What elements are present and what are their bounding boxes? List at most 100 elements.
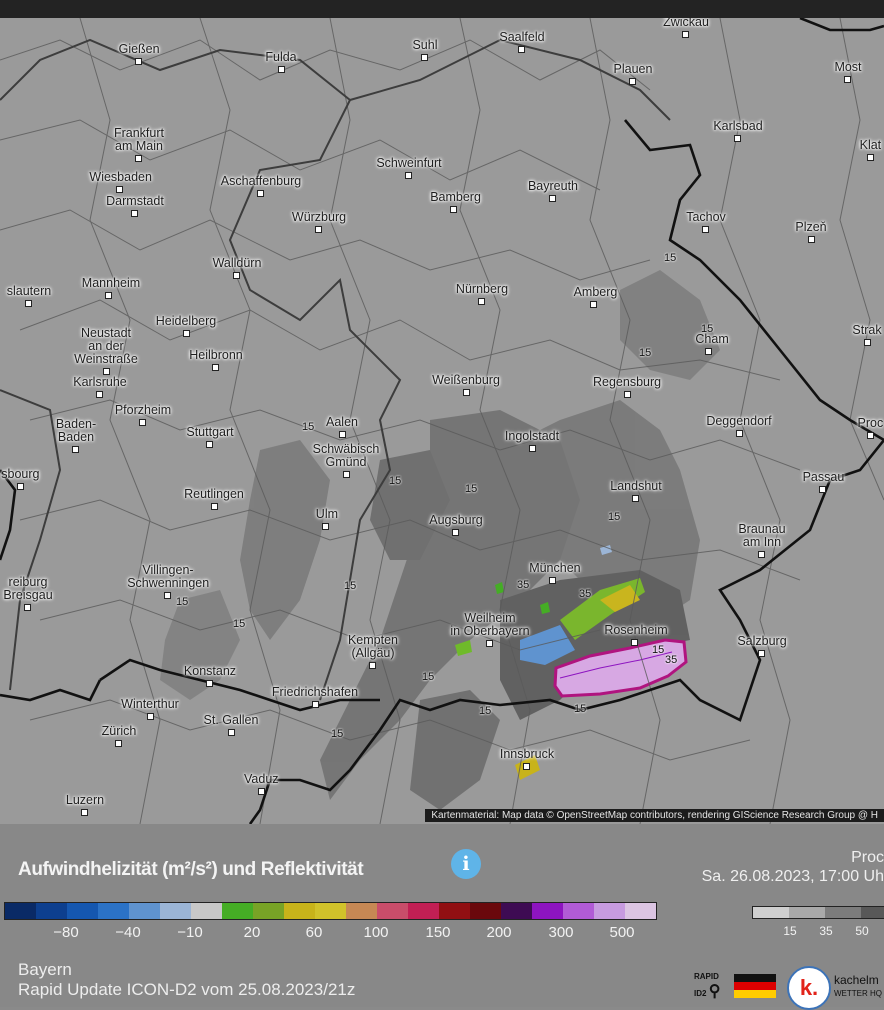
city-name: Frankfurt am Main xyxy=(113,126,164,153)
city-marker xyxy=(629,77,637,85)
city-marker xyxy=(116,185,124,193)
scale-swatch xyxy=(191,903,222,919)
city-marker xyxy=(315,225,323,233)
city-label: Walldürn xyxy=(210,255,264,279)
scale-swatch xyxy=(36,903,67,919)
city-name: Villingen- Schwenningen xyxy=(127,563,210,590)
city-label: Bayreuth xyxy=(526,179,580,202)
city-name: Pforzheim xyxy=(114,402,172,417)
scale-tick-label: 200 xyxy=(486,924,512,941)
valid-time: Sa. 26.08.2023, 17:00 Uh xyxy=(701,868,884,885)
brand-sub: WETTER HQ xyxy=(834,989,882,998)
refl-tick-label: 15 xyxy=(783,924,797,938)
city-marker xyxy=(81,808,89,816)
city-label: Wiesbaden xyxy=(89,169,152,193)
city-name: Rosenheim xyxy=(604,622,668,637)
city-name: Weißenburg xyxy=(432,372,500,387)
legend-panel: Aufwindhelizität (m²/s²) und Reflektivit… xyxy=(0,824,884,1010)
city-marker xyxy=(486,640,494,647)
contour-value: 15 xyxy=(176,596,189,608)
city-marker xyxy=(705,347,713,355)
kachelmann-brand: kachelm WETTER HQ xyxy=(834,974,882,1000)
city-label: Plzeň xyxy=(794,219,828,243)
product-timestamp: Proc Sa. 26.08.2023, 17:00 Uh xyxy=(702,848,884,886)
city-name: Wiesbaden xyxy=(89,169,152,184)
city-name: Plauen xyxy=(613,61,653,76)
city-marker xyxy=(24,604,32,611)
city-marker xyxy=(405,171,413,179)
contour-value: 15 xyxy=(389,475,402,487)
city-name: Neustadt an der Weinstraße xyxy=(74,325,138,366)
scale-swatch xyxy=(625,903,656,919)
city-marker xyxy=(623,390,631,398)
city-label: Ingolstadt xyxy=(498,429,566,452)
scale-tick-label: −40 xyxy=(115,924,141,941)
city-name: Ulm xyxy=(315,506,339,521)
scale-swatch xyxy=(439,903,470,919)
city-marker xyxy=(523,762,531,770)
city-marker xyxy=(16,482,24,490)
region-name: Bayern xyxy=(18,960,72,979)
city-marker xyxy=(233,271,241,279)
city-marker xyxy=(105,291,113,299)
contour-value: 35 xyxy=(665,654,678,666)
city-label: Heilbronn xyxy=(185,348,246,371)
city-label: Stuttgart xyxy=(179,425,240,448)
city-label: Passau xyxy=(803,470,844,493)
city-marker xyxy=(72,446,80,453)
city-name: Tachov xyxy=(686,209,726,224)
city-label: Nürnberg xyxy=(455,282,509,305)
city-label: Zwickau xyxy=(662,18,710,38)
city-marker xyxy=(549,194,557,202)
scale-swatch xyxy=(222,903,253,919)
city-label: Cham xyxy=(695,332,729,355)
scale-tick-label: 150 xyxy=(425,924,451,941)
city-name: Most xyxy=(834,59,862,74)
info-icon[interactable]: i xyxy=(451,849,481,879)
scale-swatch xyxy=(253,903,284,919)
city-name: Strak xyxy=(852,322,882,337)
city-name: Bamberg xyxy=(430,189,481,204)
refl-swatch xyxy=(825,907,861,918)
scale-swatch xyxy=(594,903,625,919)
city-label: Tachov xyxy=(686,209,727,233)
city-marker xyxy=(866,153,874,161)
city-name: Konstanz xyxy=(183,663,237,678)
contour-value: 15 xyxy=(233,618,246,630)
germany-flag-icon xyxy=(734,974,776,998)
city-name: Darmstadt xyxy=(106,193,164,208)
city-label: Kempten (Allgäu) xyxy=(346,634,400,669)
city-marker xyxy=(758,649,766,657)
city-name: Walldürn xyxy=(212,255,262,270)
city-label: reiburg Breisgau xyxy=(1,576,55,611)
city-name: Mannheim xyxy=(81,275,141,290)
city-label: Ulm xyxy=(315,506,339,530)
city-label: sbourg xyxy=(0,467,41,490)
contour-value: 15 xyxy=(465,483,478,495)
city-name: Aalen xyxy=(326,414,358,429)
refl-tick-label: 35 xyxy=(819,924,833,938)
contour-value: 15 xyxy=(664,252,677,264)
scale-swatch xyxy=(501,903,532,919)
city-label: Gießen xyxy=(119,42,160,65)
city-name: Innsbruck xyxy=(499,746,555,761)
city-marker xyxy=(96,390,104,398)
scale-tick-label: 300 xyxy=(548,924,574,941)
city-name: Klat xyxy=(859,137,882,152)
weather-map[interactable]: Gießen Fulda Suhl Saalfeld Zwickau Plauen Most… xyxy=(0,18,884,824)
city-name: München xyxy=(529,560,581,575)
contour-value: 15 xyxy=(701,323,714,335)
city-marker xyxy=(227,728,235,736)
city-name: Heidelberg xyxy=(155,313,217,328)
scale-swatch xyxy=(129,903,160,919)
refl-swatch xyxy=(753,907,789,918)
city-marker xyxy=(528,444,536,452)
city-label: Villingen- Schwenningen xyxy=(127,564,209,599)
city-marker xyxy=(807,235,815,243)
city-name: Karlsruhe xyxy=(73,374,127,389)
city-name: Plzeň xyxy=(795,219,827,234)
city-marker xyxy=(421,53,429,61)
helicity-scale-ticks: −80 −40 −10 20 60 100 150 200 300 500 xyxy=(0,924,700,944)
city-marker xyxy=(257,189,265,197)
map-attribution: Kartenmaterial: Map data © OpenStreetMap… xyxy=(425,809,884,822)
